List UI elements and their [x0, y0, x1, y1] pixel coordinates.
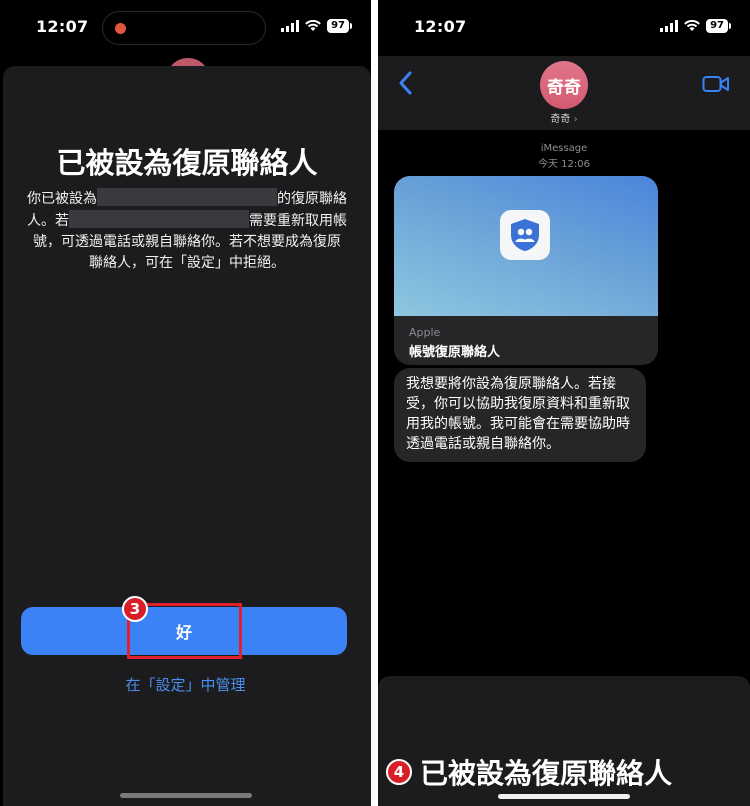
wifi-icon [684, 20, 700, 31]
link-preview-card[interactable]: Apple 帳號復原聯絡人 [394, 176, 658, 365]
conversation-header: 奇奇 奇奇 › [378, 56, 750, 130]
recovery-contact-sheet: 已被設為復原聯絡人 你已被設為 的復原聯絡人。若 需要重新取用帳號，可透過電話或親自… [3, 66, 371, 806]
service-label: iMessage [540, 143, 588, 154]
status-bar: 12:07 97 [378, 0, 750, 56]
battery-indicator: 97 [327, 19, 352, 33]
left-screen: 12:07 97 已被設為復原聯絡人 你已被設為 的復原聯絡人。若 需要重新取用帳號… [0, 0, 371, 806]
contact-name[interactable]: 奇奇 › [378, 110, 750, 125]
signal-icon [660, 20, 679, 32]
page-title: 已被設為復原聯絡人 [56, 146, 318, 180]
home-indicator[interactable] [120, 793, 252, 798]
status-bar: 12:07 97 [0, 0, 371, 56]
home-indicator[interactable] [498, 794, 630, 799]
shield-people-icon [511, 219, 539, 251]
message-bubble[interactable]: 我想要將你設為復原聯絡人。若接受，你可以協助我復原資料和重新取用我的帳號。我可能… [394, 368, 646, 462]
link-preview-image [394, 176, 658, 316]
recovery-contact-app-icon [500, 210, 550, 260]
step-badge: 4 [386, 759, 412, 785]
message-timestamp: 今天 12:06 [538, 159, 590, 170]
link-source: Apple [409, 326, 441, 339]
right-screen: 12:07 97 奇奇 奇奇 › iMessage 今天 12:06 Apple… [378, 0, 750, 806]
caption-title: 已被設為復原聯絡人 [420, 757, 673, 790]
manage-in-settings-link[interactable]: 在「設定」中管理 [0, 674, 371, 695]
battery-indicator: 97 [706, 19, 731, 33]
redacted-name [97, 188, 277, 206]
wifi-icon [305, 20, 321, 31]
chevron-right-icon: › [573, 114, 578, 125]
divider [371, 0, 378, 806]
signal-icon [281, 20, 300, 32]
description-text: 你已被設為 [27, 191, 97, 207]
video-call-icon[interactable] [702, 74, 730, 94]
back-chevron-icon[interactable] [396, 70, 416, 96]
status-time: 12:07 [36, 17, 89, 36]
step-badge: 3 [122, 596, 148, 622]
dynamic-island [102, 11, 266, 45]
sheet-description: 你已被設為 的復原聯絡人。若 需要重新取用帳號，可透過電話或親自聯絡你。若不想要成為… [27, 188, 347, 274]
contact-name-label: 奇奇 [550, 114, 571, 125]
link-title: 帳號復原聯絡人 [409, 345, 501, 360]
status-icons: 97 [281, 19, 352, 33]
status-icons: 97 [660, 19, 731, 33]
recording-dot-icon [115, 23, 126, 34]
redacted-name [69, 210, 249, 228]
contact-avatar[interactable]: 奇奇 [540, 61, 588, 109]
status-time: 12:07 [414, 17, 467, 36]
